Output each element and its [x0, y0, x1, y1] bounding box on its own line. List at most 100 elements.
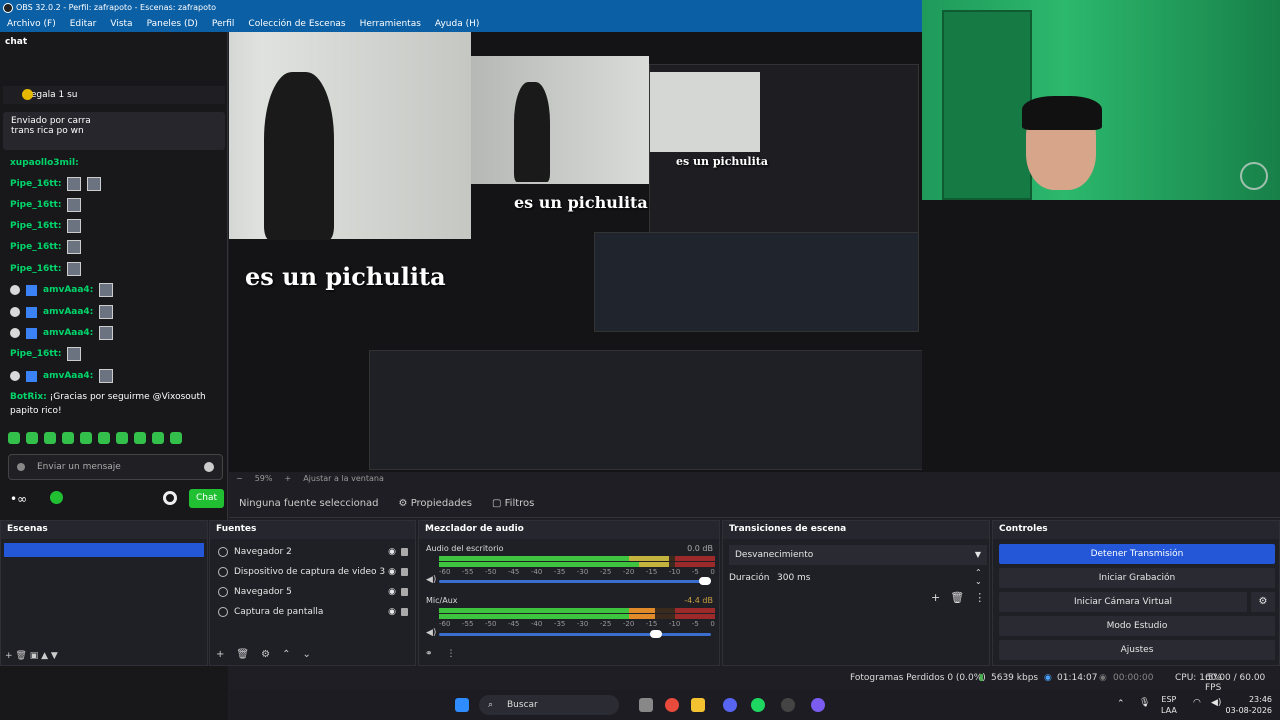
- menu-editar[interactable]: Editar: [68, 16, 99, 32]
- lock-icon[interactable]: [401, 588, 408, 596]
- chat-message-input[interactable]: Enviar un mensaje: [8, 454, 223, 480]
- infinity-icon[interactable]: •∞: [10, 492, 27, 506]
- volume-slider-handle[interactable]: [699, 577, 711, 585]
- language-indicator[interactable]: ESP LAA: [1161, 694, 1177, 716]
- emote-icon[interactable]: [134, 432, 146, 444]
- move-up-icon[interactable]: ⌃: [282, 649, 290, 660]
- chat-username[interactable]: Pipe_16tt:: [10, 349, 61, 359]
- chat-username[interactable]: amvAaa4:: [43, 285, 93, 295]
- filters-button[interactable]: ▢ Filtros: [492, 498, 534, 509]
- chat-username[interactable]: xupaollo3mil:: [10, 158, 79, 168]
- remove-transition-icon[interactable]: 🗑: [950, 591, 964, 604]
- add-scene-icon[interactable]: +: [5, 651, 15, 661]
- duration-stepper[interactable]: ⌃ ⌄: [975, 568, 982, 586]
- taskbar-clock[interactable]: 23:46 03-08-2026: [1226, 694, 1273, 716]
- menu-archivo[interactable]: Archivo (F): [5, 16, 58, 32]
- zoom-out-icon[interactable]: −: [236, 474, 243, 488]
- taskbar-search[interactable]: ⌕ Buscar: [479, 695, 619, 715]
- app-icon[interactable]: [811, 698, 825, 712]
- zoom-in-icon[interactable]: +: [284, 474, 291, 488]
- bot-username[interactable]: BotRix:: [10, 392, 47, 402]
- menu-coleccion-escenas[interactable]: Colección de Escenas: [246, 16, 347, 32]
- lock-icon[interactable]: [401, 548, 408, 556]
- chat-username[interactable]: amvAaa4:: [43, 328, 93, 338]
- tray-chevron-icon[interactable]: ⌃: [1117, 699, 1125, 709]
- preview-canvas[interactable]: es un pichulita es un pichulita gaspz123…: [229, 32, 922, 472]
- scene-item-selected[interactable]: [4, 543, 204, 557]
- chat-username[interactable]: Pipe_16tt:: [10, 179, 61, 189]
- menu-ayuda[interactable]: Ayuda (H): [433, 16, 481, 32]
- emote-icon[interactable]: [44, 432, 56, 444]
- start-recording-button[interactable]: Iniciar Grabación: [999, 568, 1275, 588]
- source-item[interactable]: Navegador 5 ◉: [218, 583, 414, 601]
- emote-icon[interactable]: [62, 432, 74, 444]
- more-options-icon[interactable]: ⋮: [447, 649, 456, 659]
- emote-icon[interactable]: [98, 432, 110, 444]
- discord-icon[interactable]: [723, 698, 737, 712]
- emote-icon[interactable]: [26, 432, 38, 444]
- start-virtual-camera-button[interactable]: Iniciar Cámara Virtual: [999, 592, 1247, 612]
- visibility-eye-icon[interactable]: ◉: [388, 567, 396, 577]
- chrome-icon[interactable]: [665, 698, 679, 712]
- emoji-icon[interactable]: [204, 462, 214, 472]
- menu-paneles[interactable]: Paneles (D): [145, 16, 200, 32]
- chat-username[interactable]: amvAaa4:: [43, 371, 93, 381]
- move-down-icon[interactable]: ⌄: [302, 649, 310, 660]
- volume-slider[interactable]: [439, 633, 711, 636]
- menu-herramientas[interactable]: Herramientas: [358, 16, 423, 32]
- kick-icon[interactable]: [50, 491, 63, 504]
- chat-username[interactable]: Pipe_16tt:: [10, 264, 61, 274]
- emote-icon[interactable]: [80, 432, 92, 444]
- move-up-icon[interactable]: ▲: [41, 651, 51, 661]
- studio-mode-button[interactable]: Modo Estudio: [999, 616, 1275, 636]
- zoom-fit-select[interactable]: Ajustar a la ventana: [303, 474, 384, 488]
- volume-slider-handle[interactable]: [650, 630, 663, 638]
- filter-scene-icon[interactable]: ▣: [30, 651, 41, 661]
- lock-icon[interactable]: [401, 568, 408, 576]
- windows-start-icon[interactable]: [455, 698, 469, 712]
- wifi-icon[interactable]: ◠: [1193, 698, 1201, 708]
- pinned-message[interactable]: Regala 1 su: [3, 86, 225, 104]
- visibility-eye-icon[interactable]: ◉: [388, 607, 396, 617]
- volume-icon[interactable]: ◀): [1211, 698, 1221, 708]
- chat-username[interactable]: Pipe_16tt:: [10, 221, 61, 231]
- menu-vista[interactable]: Vista: [108, 16, 134, 32]
- add-transition-icon[interactable]: +: [931, 591, 940, 604]
- menu-perfil[interactable]: Perfil: [210, 16, 237, 32]
- folder-icon[interactable]: [691, 698, 705, 712]
- source-item[interactable]: Captura de pantalla ◉: [218, 603, 414, 621]
- emote-icon[interactable]: [170, 432, 182, 444]
- visibility-eye-icon[interactable]: ◉: [388, 547, 396, 557]
- spotify-icon[interactable]: [751, 698, 765, 712]
- visibility-eye-icon[interactable]: ◉: [388, 587, 396, 597]
- stop-streaming-button[interactable]: Detener Transmisión: [999, 544, 1275, 564]
- speaker-icon[interactable]: ◀): [426, 575, 436, 585]
- speaker-icon[interactable]: ◀): [426, 628, 436, 638]
- gear-icon[interactable]: [163, 491, 177, 505]
- lock-icon[interactable]: [401, 608, 408, 616]
- volume-slider[interactable]: [439, 580, 711, 583]
- virtual-camera-gear-icon[interactable]: ⚙: [1251, 592, 1275, 612]
- settings-button[interactable]: Ajustes: [999, 640, 1275, 660]
- properties-button[interactable]: ⚙ Propiedades: [399, 498, 472, 509]
- mic-icon[interactable]: 🎙: [1139, 698, 1150, 708]
- source-item[interactable]: Dispositivo de captura de video 3 ◉: [218, 563, 414, 581]
- obs-icon[interactable]: [781, 698, 795, 712]
- add-source-icon[interactable]: +: [216, 649, 224, 660]
- emote-icon[interactable]: [8, 432, 20, 444]
- chat-username[interactable]: Pipe_16tt:: [10, 242, 61, 252]
- emote-icon[interactable]: [152, 432, 164, 444]
- emote-icon[interactable]: [116, 432, 128, 444]
- duration-input[interactable]: 300 ms: [777, 573, 811, 583]
- chat-username[interactable]: amvAaa4:: [43, 307, 93, 317]
- chat-username[interactable]: Pipe_16tt:: [10, 200, 61, 210]
- remove-source-icon[interactable]: 🗑: [236, 649, 249, 660]
- more-options-icon[interactable]: ⋮: [974, 591, 985, 604]
- link-icon[interactable]: ⚭: [425, 649, 433, 659]
- source-settings-icon[interactable]: ⚙: [261, 649, 270, 660]
- remove-scene-icon[interactable]: 🗑: [15, 651, 29, 661]
- transition-select[interactable]: Desvanecimiento ▼: [729, 545, 987, 565]
- chat-send-button[interactable]: Chat: [189, 489, 224, 508]
- move-down-icon[interactable]: ▼: [51, 651, 58, 661]
- task-view-icon[interactable]: [639, 698, 653, 712]
